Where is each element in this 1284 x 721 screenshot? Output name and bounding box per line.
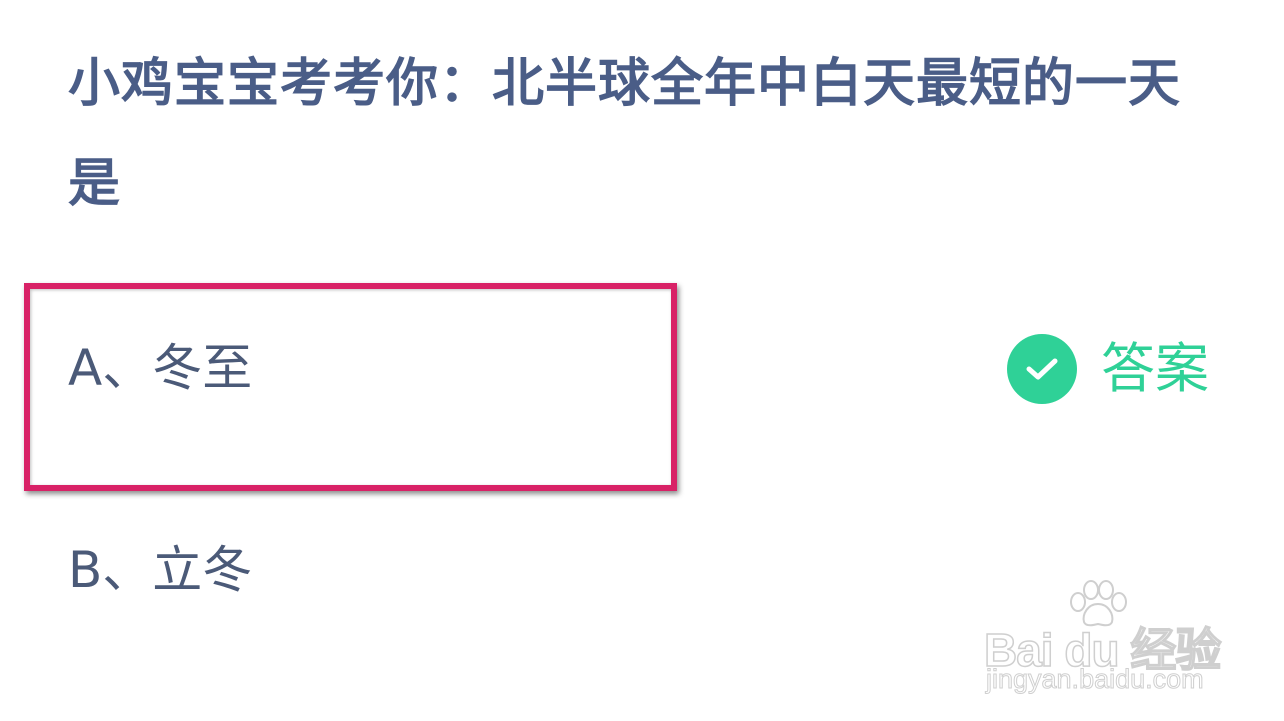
answer-button[interactable]: 答案 xyxy=(1007,334,1209,404)
question-text: 小鸡宝宝考考你：北半球全年中白天最短的一天是 xyxy=(68,54,1182,214)
watermark-url: jingyan.baidu.com xyxy=(986,664,1205,695)
checkmark-icon xyxy=(1026,358,1058,380)
check-circle-icon xyxy=(1007,334,1077,404)
answer-label: 答案 xyxy=(1101,337,1209,400)
option-b[interactable]: B、立冬 xyxy=(68,540,252,600)
quiz-page: 小鸡宝宝考考你：北半球全年中白天最短的一天是 A、冬至 B、立冬 答案 Bai … xyxy=(0,0,1284,721)
baidu-jingyan-watermark: Bai du 经验 jingyan.baidu.com xyxy=(983,580,1224,695)
option-a-highlight-box xyxy=(24,283,677,491)
